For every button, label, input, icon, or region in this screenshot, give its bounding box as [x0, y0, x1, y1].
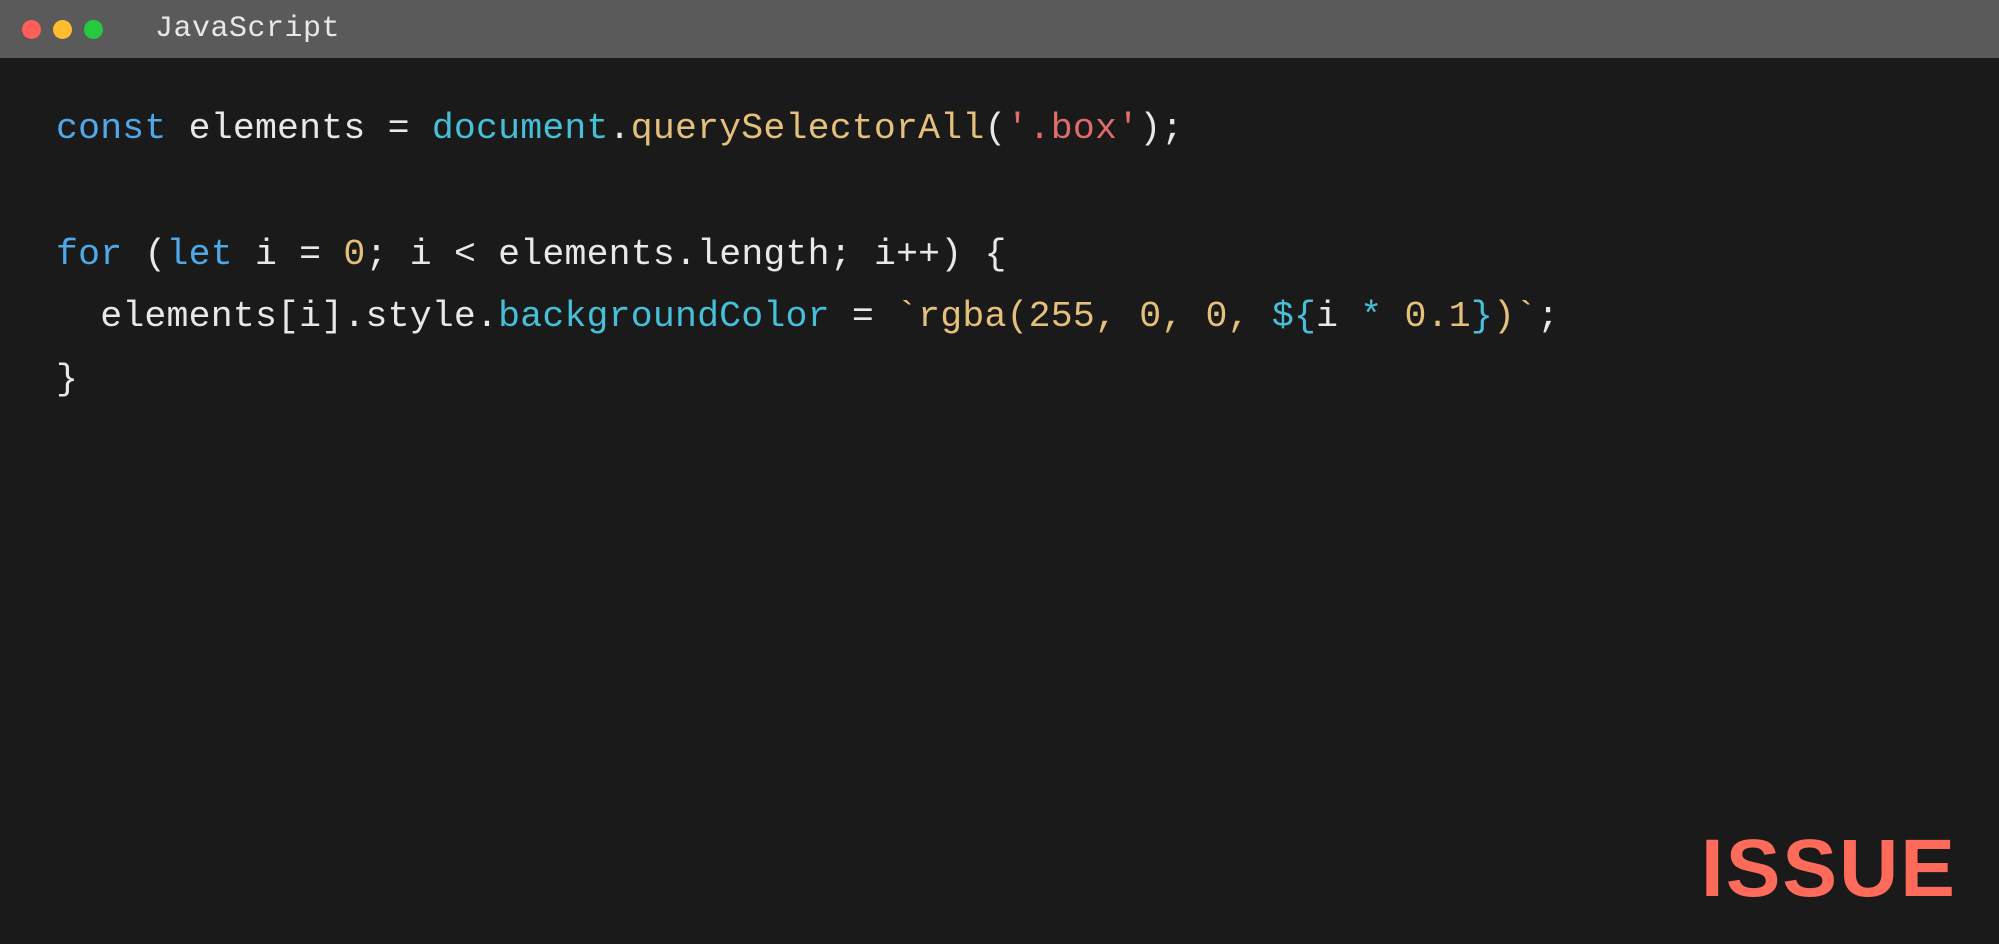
code-editor[interactable]: const elements = document.querySelectorA… — [0, 58, 1999, 944]
property: length — [697, 234, 830, 275]
string-quote: ' — [1007, 108, 1029, 149]
traffic-lights — [22, 20, 103, 39]
minimize-icon[interactable] — [53, 20, 72, 39]
operator: = — [388, 108, 410, 149]
number: 0.1 — [1405, 296, 1471, 337]
identifier: i — [255, 234, 277, 275]
interp-open: $ — [1272, 296, 1294, 337]
keyword-let: let — [167, 234, 233, 275]
interp-close: } — [1471, 296, 1493, 337]
maximize-icon[interactable] — [84, 20, 103, 39]
keyword-for: for — [56, 234, 122, 275]
watermark-label: ISSUE — [1701, 822, 1957, 916]
keyword-const: const — [56, 108, 167, 149]
backtick: ` — [1515, 296, 1537, 337]
code-block: const elements = document.querySelectorA… — [56, 98, 1943, 412]
object: document — [432, 108, 609, 149]
window-title: JavaScript — [155, 12, 340, 46]
method: querySelectorAll — [631, 108, 985, 149]
editor-window: JavaScript const elements = document.que… — [0, 0, 1999, 944]
string-quote: ' — [1117, 108, 1139, 149]
number: 0 — [343, 234, 365, 275]
string: .box — [1029, 108, 1117, 149]
identifier: elements — [189, 108, 366, 149]
property: backgroundColor — [498, 296, 830, 337]
backtick: ` — [896, 296, 918, 337]
close-icon[interactable] — [22, 20, 41, 39]
titlebar: JavaScript — [0, 0, 1999, 58]
template-string: rgba( — [918, 296, 1029, 337]
